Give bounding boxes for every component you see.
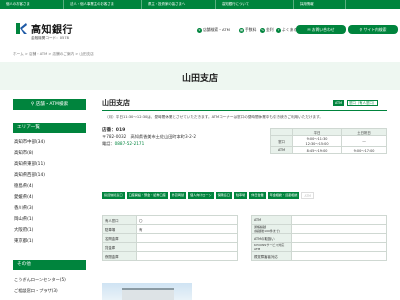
- other-item[interactable]: ご相談窓口・プラザ(3): [13, 285, 86, 296]
- hours-col-weekend: 土日祝日: [341, 128, 387, 136]
- tel-label: 電話：: [102, 140, 115, 146]
- divider: [102, 110, 387, 111]
- other-item[interactable]: こうぎんローンセンター(5): [13, 274, 86, 285]
- fac-key: ATM: [251, 215, 292, 225]
- fac-key: ATMの取扱い: [251, 233, 292, 243]
- hours-corner: [270, 128, 293, 136]
- hours-table: 平日 土日祝日 窓口 9:00～11:30 12:30～15:00 ― ATM …: [270, 128, 387, 154]
- facility-table-right: ATM 通帳繰越 (繰越後100件まで) ATMの取扱い KYOUNSサービス対…: [251, 215, 387, 261]
- area-item[interactable]: 高知県西部(14): [13, 170, 86, 181]
- area-list: 高知市中部(34) 高知市(8) 高知県東部(11) 高知県西部(14) 徳島県…: [13, 137, 86, 247]
- site-header: 高知銀行 金融機関コード：0578 ¥ 店舗検索・ATM ▦ 手数料 % 金利 …: [0, 9, 400, 42]
- site-search-label: サイト内検索: [363, 27, 387, 32]
- fac-key: KYOUNSサービス対応ATM: [251, 242, 292, 252]
- fac-key: 駐車場: [102, 224, 137, 234]
- area-item[interactable]: 徳島県(4): [13, 181, 86, 192]
- hours-row-atm: ATM: [270, 146, 293, 154]
- area-item[interactable]: 香川県(3): [13, 203, 86, 214]
- hours-col-weekday: 平日: [291, 128, 343, 136]
- area-item[interactable]: 大阪府(1): [13, 225, 86, 236]
- hours-cell: 8:45～19:00: [291, 146, 343, 154]
- fac-key: 通帳繰越 (繰越後100件まで): [251, 224, 292, 234]
- branch-info: 店番：019 〒782-0032 高知県香美市土佐山田町本町3-2-2 電話：0…: [102, 128, 262, 147]
- lunch-notice: （月）平日11:30～12:30は、昼時間休業とさせていただきます。ATMコーナ…: [105, 115, 323, 119]
- hours-cell: 9:00～11:30 12:30～15:00: [291, 135, 343, 147]
- area-item[interactable]: 高知県東部(11): [13, 159, 86, 170]
- area-item[interactable]: 高知市中部(34): [13, 137, 86, 148]
- service-tag: 保険窓口: [215, 192, 232, 199]
- service-tag: 投資信託窓口: [102, 192, 125, 199]
- nav-rates[interactable]: % 金利: [260, 27, 274, 33]
- bank-code: 金融機関コード：0578: [31, 36, 69, 40]
- service-tag: 個人向けローン: [188, 192, 214, 199]
- fac-val: [291, 224, 387, 234]
- fac-val: 有: [136, 224, 238, 234]
- store-search-label: 店舗・ATM検索: [35, 102, 69, 107]
- tab-personal[interactable]: 個人のお客さま: [0, 0, 64, 9]
- contact-label: お問い合わせ: [311, 27, 335, 32]
- contact-button[interactable]: ✉ お問い合わせ: [296, 25, 346, 34]
- atm-tag: ATM: [333, 100, 345, 106]
- fac-val: 〇: [136, 215, 238, 225]
- service-tags: 投資信託窓口 口座開設・預金・証券口座 外貨両替 個人向けローン 保険窓口 駐車…: [102, 192, 387, 199]
- building-image: [122, 288, 174, 300]
- fac-key: 有人窓口: [102, 215, 137, 225]
- fac-key: 視覚障害者対応: [251, 251, 292, 261]
- breadcrumb[interactable]: ホーム > 店舗・ATM > 店舗のご案内 > 山田支店: [13, 52, 94, 57]
- branch-photo: [102, 283, 192, 300]
- area-item[interactable]: 愛媛県(4): [13, 192, 86, 203]
- branch-tel: 電話：0887-52-2171: [102, 141, 262, 147]
- tab-recruit[interactable]: 採用情報: [294, 0, 346, 9]
- nav-label: 手数料: [245, 27, 257, 32]
- counter-tag: 窓口（有人窓口）: [347, 100, 379, 106]
- area-item[interactable]: 岡山県(1): [13, 214, 86, 225]
- yen-icon: ¥: [197, 27, 202, 33]
- tel-link[interactable]: 0887-52-2171: [115, 141, 145, 146]
- fac-val: [136, 233, 238, 243]
- fac-val: [291, 251, 387, 261]
- service-tag: 口座開設・預金・証券口座: [126, 192, 168, 199]
- area-item[interactable]: 東京都(1): [13, 236, 86, 247]
- hours-cell: 9:00～17:00: [341, 146, 387, 154]
- facility-table-left: 有人窓口〇 駐車場有 名問金庫 貸金庫 夜間金庫: [102, 215, 238, 261]
- service-tag: 年金相談・資産相談: [267, 192, 300, 199]
- nav-fees[interactable]: ▦ 手数料: [239, 27, 256, 33]
- top-nav-spacer: [346, 0, 400, 9]
- service-tag: 駐車場: [233, 192, 248, 199]
- hours-row-counter: 窓口: [270, 135, 293, 147]
- tab-investors[interactable]: 県主・投資家の皆さまへ: [142, 0, 216, 9]
- title-band: 山田支店: [0, 62, 400, 90]
- rate-icon: %: [260, 27, 265, 33]
- nav-store-search[interactable]: ¥ 店舗検索・ATM: [197, 27, 230, 33]
- calculator-icon: ▦: [239, 27, 244, 33]
- service-tag: ATM: [301, 192, 314, 199]
- area-list-heading: エリア一覧: [13, 123, 86, 133]
- branch-name: 山田支店: [102, 99, 130, 107]
- other-list: こうぎんローンセンター(5) ご相談窓口・プラザ(3): [13, 274, 86, 296]
- other-list-heading: その他: [13, 260, 86, 270]
- fac-key: 夜間金庫: [102, 251, 137, 261]
- fac-val: [291, 215, 387, 225]
- service-tag: 外貨両替: [169, 192, 187, 199]
- area-item[interactable]: 高知市(8): [13, 148, 86, 159]
- bank-logo-icon[interactable]: [15, 22, 28, 35]
- store-atm-search-button[interactable]: ⚲ 店舗・ATM検索: [13, 99, 86, 110]
- service-tag: 休日営業: [249, 192, 266, 199]
- page-title: 山田支店: [181, 74, 218, 84]
- tab-about[interactable]: 高知銀行について: [216, 0, 294, 9]
- nav-label: 店舗検索・ATM: [203, 27, 230, 32]
- nav-label: 金利: [266, 27, 274, 32]
- fac-val: [291, 233, 387, 243]
- question-icon: ?: [276, 27, 281, 33]
- site-search-button[interactable]: ⚲ サイト内検索: [348, 25, 398, 34]
- fac-key: 貸金庫: [102, 242, 137, 252]
- fac-val: [136, 251, 238, 261]
- top-nav-bar: 個人のお客さま 法人・個人事業主のお客さま 県主・投資家の皆さまへ 高知銀行につ…: [0, 0, 400, 9]
- tab-business[interactable]: 法人・個人事業主のお客さま: [64, 0, 142, 9]
- hours-cell: ―: [341, 135, 387, 147]
- fac-val: [136, 242, 238, 252]
- fac-val: [291, 242, 387, 252]
- bank-logo-text[interactable]: 高知銀行: [31, 21, 73, 36]
- fac-key: 名問金庫: [102, 233, 137, 243]
